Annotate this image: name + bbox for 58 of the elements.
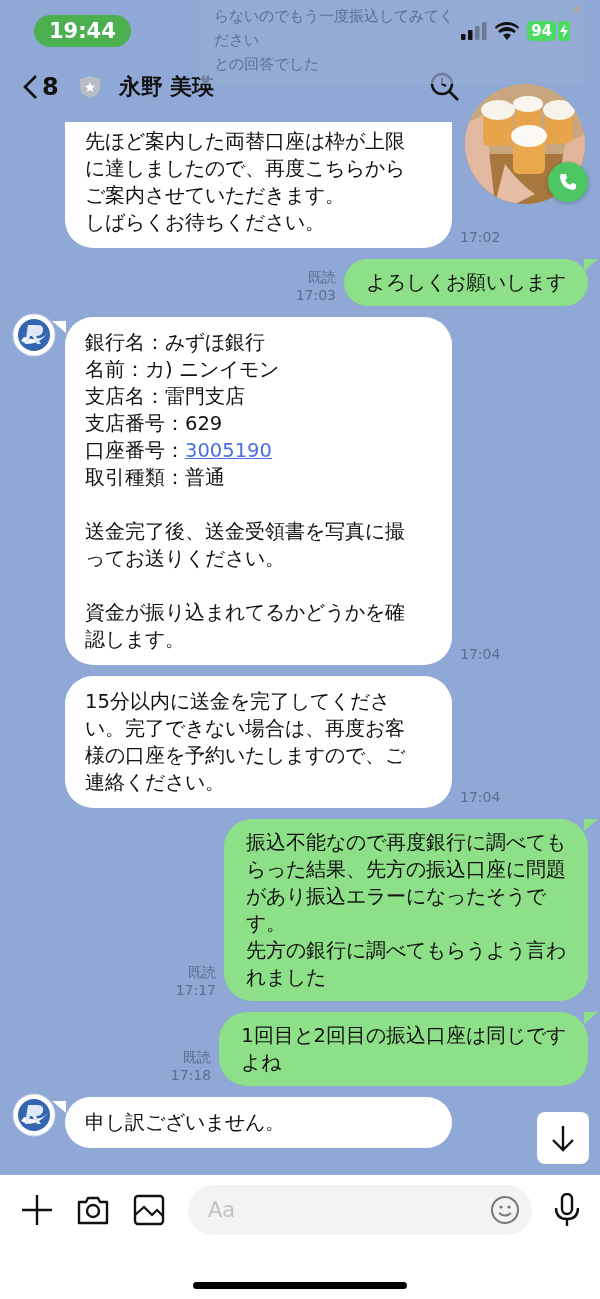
- message-time: 17:17: [175, 981, 216, 999]
- charging-icon: [558, 21, 570, 41]
- message-text: 支店名：雷門支店: [85, 384, 246, 410]
- message-text: よね: [241, 1050, 283, 1076]
- message-text: 連絡ください。: [85, 770, 226, 796]
- message-text: よろしくお願いします: [366, 270, 566, 296]
- message-text: 取引種類：普通: [85, 465, 226, 491]
- message-text: 資金が振り込まれてるかどうかを確: [85, 600, 406, 626]
- status-time: 19:44: [34, 15, 131, 47]
- message-text: 名前：カ) ニンイモン: [85, 357, 280, 383]
- back-button[interactable]: 8: [22, 73, 59, 101]
- message-text: れました: [246, 965, 327, 991]
- chevron-icon: [22, 74, 38, 100]
- message-text: に達しましたので、再度こちらから: [85, 156, 406, 182]
- message-text: 支店番号：629: [85, 411, 224, 437]
- phone-icon: [558, 172, 578, 192]
- signal-icon: [461, 22, 488, 40]
- message-text: 振込不能なので再度銀行に調べても: [246, 830, 566, 856]
- microphone-icon[interactable]: [554, 1193, 580, 1227]
- message-time: 17:18: [170, 1066, 212, 1084]
- emoji-icon[interactable]: [490, 1195, 520, 1225]
- message-text: らった結果、先方の振込口座に問題: [246, 857, 566, 883]
- message-text: 送金完了後、送金受領書を写真に撮: [85, 519, 406, 545]
- account-number-link[interactable]: 3005190: [185, 439, 272, 462]
- message-text: 先方の銀行に調べてもらうよう言わ: [246, 938, 566, 964]
- shield-icon: [78, 75, 101, 99]
- scroll-down-button[interactable]: [537, 1112, 589, 1164]
- message-time: 17:02: [460, 228, 501, 246]
- message-text: 認します。: [85, 627, 186, 653]
- arrow-down-icon: [550, 1124, 576, 1152]
- message-text: 様の口座を予約いたしますので、ご: [85, 743, 406, 769]
- battery-indicator: 94: [527, 21, 556, 41]
- message-text: 1回目と2回目の振込口座は同じです: [241, 1023, 566, 1049]
- message-text: しばらくお待ちください。: [85, 210, 326, 236]
- message-text: ご案内させていただきます。: [85, 183, 346, 209]
- message-text: 口座番号：: [85, 439, 185, 462]
- read-receipt: 既読: [308, 268, 336, 286]
- message-text: があり振込エラーになったそうで: [246, 884, 547, 910]
- wifi-icon: [495, 22, 520, 40]
- message-text: 銀行名：みずほ銀行: [85, 330, 266, 356]
- image-icon[interactable]: [132, 1193, 166, 1227]
- message-text: 15分以内に送金を完了してくださ: [85, 689, 391, 715]
- message-text: い。完了できない場合は、再度お客: [85, 716, 406, 742]
- notification-text: ださい: [214, 30, 259, 51]
- call-button[interactable]: [548, 162, 588, 202]
- message-text: す。: [246, 911, 287, 937]
- message-text: 申し訳ございません。: [85, 1110, 286, 1136]
- notification-text: との回答でした: [214, 54, 319, 75]
- message-time: 17:04: [460, 788, 501, 806]
- read-receipt: 既読: [183, 1048, 212, 1066]
- message-text: ってお送りください。: [85, 546, 286, 572]
- read-receipt: 既読: [188, 963, 216, 981]
- message-text: 先ほど案内した両替口座は枠が上限: [85, 129, 406, 155]
- add-icon[interactable]: [20, 1193, 54, 1227]
- avatar-icon[interactable]: [12, 1093, 56, 1137]
- avatar-icon[interactable]: [12, 313, 56, 357]
- message-time: 17:04: [460, 645, 501, 663]
- message-time: 17:03: [295, 286, 336, 304]
